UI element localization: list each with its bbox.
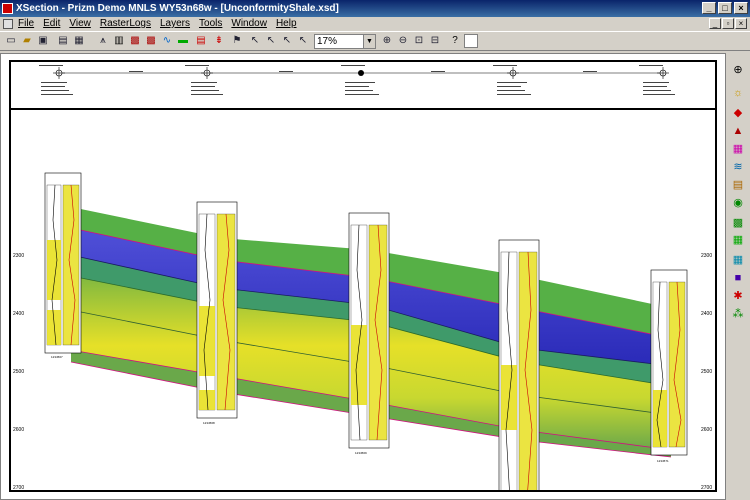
- well-id-label: 1234569: [355, 451, 367, 455]
- save-icon[interactable]: ▣: [36, 34, 50, 48]
- mdi-restore-button[interactable]: ▫: [722, 18, 734, 29]
- depth-tick-label-left: 2500: [13, 369, 24, 375]
- layer-icon[interactable]: ▤: [194, 34, 208, 48]
- cross-section-plot: 2300 2400 2500 2600 2700 2300 2400 2500 …: [13, 172, 712, 490]
- zoom-in-icon[interactable]: ⊕: [380, 34, 394, 48]
- side-toolbar: ⊕ ☼ ◆ ▲ ▦ ≋ ▤ ◉ ▩ ▦ ▦ ■ ✱ ⁂: [726, 53, 750, 500]
- depth-tick-label-left: 2400: [13, 311, 24, 317]
- pointer-edit-icon[interactable]: ↖: [280, 34, 294, 48]
- sun-icon[interactable]: ☼: [731, 86, 745, 100]
- depth-tick-label: 2500: [701, 369, 712, 375]
- menu-edit[interactable]: Edit: [43, 17, 60, 31]
- preview-icon[interactable]: ▦: [72, 34, 86, 48]
- well-log-3[interactable]: 1234569: [348, 212, 390, 455]
- pointer-delete-icon[interactable]: ↖: [296, 34, 310, 48]
- menu-window[interactable]: Window: [231, 17, 267, 31]
- well-log-4[interactable]: 1234570: [498, 239, 540, 490]
- menu-file[interactable]: File: [18, 17, 34, 31]
- depth-tick-label: 2400: [701, 311, 712, 317]
- color-swatch[interactable]: [464, 34, 478, 48]
- well-id-label: 1234571: [657, 459, 669, 463]
- depth-tick-label-left: 2700: [13, 485, 24, 490]
- new-icon[interactable]: ▭: [4, 34, 18, 48]
- cross-section-frame: 2300 2400 2500 2600 2700 2300 2400 2500 …: [9, 60, 717, 492]
- well-log-2[interactable]: 1234568: [196, 201, 238, 425]
- mdi-close-button[interactable]: ×: [735, 18, 747, 29]
- well-symbol[interactable]: [507, 67, 519, 79]
- chevron-down-icon[interactable]: ▼: [363, 35, 375, 48]
- color-icon[interactable]: ▬: [176, 34, 190, 48]
- open-icon[interactable]: ▰: [20, 34, 34, 48]
- zoom-window-icon[interactable]: ⊡: [412, 34, 426, 48]
- depth-tick-label-left: 2300: [13, 253, 24, 259]
- help-icon[interactable]: ?: [448, 34, 462, 48]
- main-toolbar: ▭ ▰ ▣ ▤ ▦ ⩚ ▥ ▩ ▩ ∿ ▬ ▤ ⇟ ⚑ ↖ ↖ ↖ ↖ 17% …: [0, 31, 750, 51]
- color-fill-icon[interactable]: ◆: [731, 106, 745, 120]
- well-location-strip: [11, 65, 715, 110]
- star-icon[interactable]: ✱: [731, 289, 745, 303]
- zoom-out-icon[interactable]: ⊖: [396, 34, 410, 48]
- fill-icon[interactable]: ▩: [731, 216, 745, 230]
- pointer-plus-icon[interactable]: ↖: [264, 34, 278, 48]
- menu-help[interactable]: Help: [276, 17, 297, 31]
- menu-bar: File Edit View RasterLogs Layers Tools W…: [0, 17, 750, 31]
- well-symbol[interactable]: [201, 67, 213, 79]
- minimize-button[interactable]: _: [702, 2, 716, 14]
- menu-layers[interactable]: Layers: [160, 17, 190, 31]
- nodes-icon[interactable]: ⁂: [731, 307, 745, 321]
- log-icon[interactable]: ▩: [128, 34, 142, 48]
- well-log-1[interactable]: 1234567: [44, 172, 82, 359]
- menu-view[interactable]: View: [69, 17, 91, 31]
- pointer-icon[interactable]: ↖: [248, 34, 262, 48]
- app-icon[interactable]: [2, 3, 13, 14]
- well-icon[interactable]: ⩚: [96, 34, 110, 48]
- wave-icon[interactable]: ∿: [160, 34, 174, 48]
- zoom-value: 17%: [317, 36, 338, 47]
- grid-icon[interactable]: ▥: [112, 34, 126, 48]
- pattern-icon[interactable]: ▦: [731, 142, 745, 156]
- cube-icon[interactable]: ■: [731, 271, 745, 285]
- horizon-icon[interactable]: ◉: [731, 196, 745, 210]
- document-icon[interactable]: [3, 19, 13, 29]
- wave-icon[interactable]: ≋: [731, 160, 745, 174]
- depth-tick-label: 2700: [701, 485, 712, 490]
- layer-icon[interactable]: ▤: [731, 178, 745, 192]
- triangle-icon[interactable]: ▲: [731, 124, 745, 138]
- well-symbol[interactable]: [53, 67, 65, 79]
- maximize-button[interactable]: □: [718, 2, 732, 14]
- well-symbol[interactable]: [657, 67, 669, 79]
- well-log-5[interactable]: 1234571: [650, 269, 688, 463]
- window-title: XSection - Prizm Demo MNLS WY53n68w - [U…: [16, 3, 339, 14]
- log2-icon[interactable]: ▩: [144, 34, 158, 48]
- mdi-minimize-button[interactable]: _: [709, 18, 721, 29]
- close-button[interactable]: ×: [734, 2, 748, 14]
- cross-section-canvas[interactable]: 2300 2400 2500 2600 2700 2300 2400 2500 …: [0, 53, 726, 500]
- well-symbol[interactable]: [358, 70, 364, 76]
- menu-tools[interactable]: Tools: [199, 17, 222, 31]
- flag-icon[interactable]: ⚑: [230, 34, 244, 48]
- map-icon[interactable]: ▦: [731, 253, 745, 267]
- grid-icon[interactable]: ▦: [731, 233, 745, 247]
- depth-tick-label-left: 2600: [13, 427, 24, 433]
- well-id-label: 1234567: [51, 355, 63, 359]
- well-id-label: 1234568: [203, 421, 215, 425]
- depth-tick-label: 2600: [701, 427, 712, 433]
- depth-tick-label: 2300: [701, 253, 712, 259]
- zoom-extent-icon[interactable]: ⊟: [428, 34, 442, 48]
- raster-icon[interactable]: ⇟: [212, 34, 226, 48]
- zoom-select[interactable]: 17% ▼: [314, 34, 376, 49]
- menu-rasterlogs[interactable]: RasterLogs: [100, 17, 151, 31]
- title-bar: XSection - Prizm Demo MNLS WY53n68w - [U…: [0, 0, 750, 17]
- print-icon[interactable]: ▤: [56, 34, 70, 48]
- globe-icon[interactable]: ⊕: [731, 63, 745, 77]
